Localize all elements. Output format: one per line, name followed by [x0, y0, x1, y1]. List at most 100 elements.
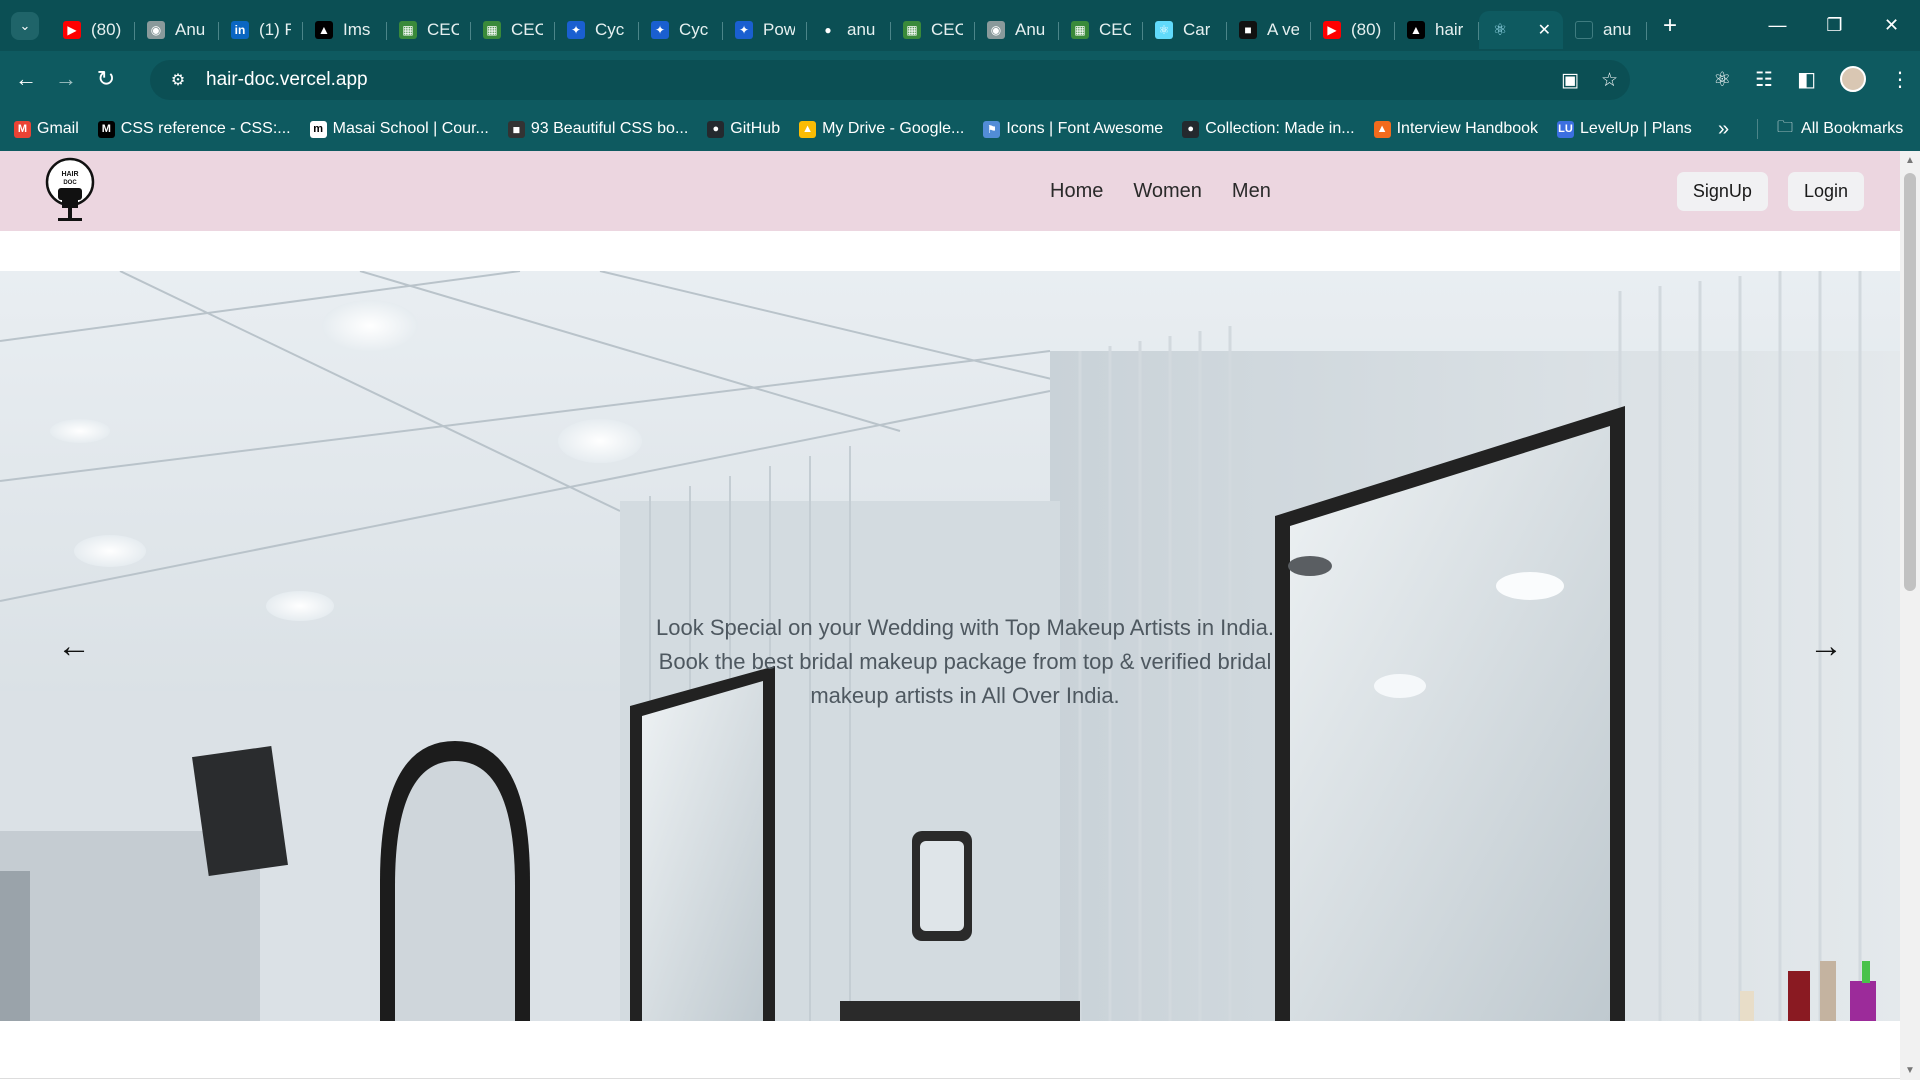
close-tab-icon[interactable]: ✕ — [1538, 20, 1551, 40]
tab-strip: ⌄ ▶ (80) ◉ Anu in (1) F ▲ Ims ▦ CEC ▦ CEC ✦ Cyc ✦ Cyc ✦ P… — [0, 0, 1920, 51]
tab-search-button[interactable]: ⌄ — [11, 11, 39, 40]
tab-title: CEC — [931, 19, 963, 39]
bookmark-label: Icons | Font Awesome — [1006, 120, 1164, 137]
scroll-up-icon[interactable]: ▲ — [1905, 155, 1915, 166]
bookmark-item[interactable]: ◾ 93 Beautiful CSS bo... — [507, 120, 688, 138]
login-button[interactable]: Login — [1787, 172, 1864, 211]
scroll-down-icon[interactable]: ▼ — [1905, 1065, 1915, 1076]
profile-avatar[interactable] — [1840, 66, 1866, 92]
page-divider — [0, 1078, 1900, 1079]
tab-title: Car — [1183, 19, 1211, 39]
browser-tab[interactable]: ▲ Ims — [303, 11, 387, 49]
bookmark-item[interactable]: M Gmail — [14, 120, 79, 138]
bookmark-label: Collection: Made in... — [1205, 120, 1355, 137]
carousel-next-arrow-icon[interactable]: → — [1806, 626, 1846, 666]
bookmark-item[interactable]: ● Collection: Made in... — [1182, 120, 1355, 138]
react-devtools-icon[interactable]: ⚛ — [1713, 67, 1731, 92]
tab-title: anu — [1603, 19, 1632, 39]
bolt-icon: ✦ — [735, 20, 753, 39]
carousel-prev-arrow-icon[interactable]: ← — [54, 626, 94, 666]
auth-buttons: SignUp Login — [1676, 172, 1864, 211]
bookmark-label: CSS reference - CSS:... — [120, 120, 291, 137]
tab-title: A ve — [1267, 19, 1299, 39]
install-app-icon[interactable]: ▣ — [1561, 69, 1579, 92]
github-icon — [1575, 20, 1593, 39]
bookmark-label: LevelUp | Plans — [1580, 120, 1692, 137]
bolt-icon: ✦ — [651, 20, 669, 39]
bookmark-label: My Drive - Google... — [822, 120, 965, 137]
youtube-icon: ▶ — [63, 20, 81, 39]
browser-tab[interactable]: in (1) F — [219, 11, 303, 49]
forward-button[interactable]: → — [46, 59, 86, 99]
bookmark-item[interactable]: ▲ My Drive - Google... — [799, 120, 964, 138]
site-nav: Home Women Men — [1050, 151, 1271, 231]
back-button[interactable]: ← — [6, 59, 46, 99]
nav-men-link[interactable]: Men — [1232, 180, 1271, 203]
tab-list: ▶ (80) ◉ Anu in (1) F ▲ Ims ▦ CEC ▦ CEC ✦ Cyc ✦ Cyc ✦ Pow… — [51, 0, 1647, 51]
bookmark-divider — [1757, 119, 1758, 139]
browser-tab[interactable]: ▦ CEC — [1059, 11, 1143, 49]
doc-icon: ▦ — [1071, 20, 1089, 39]
levelup-icon: LU — [1557, 120, 1575, 138]
browser-tab[interactable]: ▦ CEC — [387, 11, 471, 49]
gmail-icon: M — [14, 120, 31, 138]
browser-tab-active[interactable]: ⚛ ✕ — [1479, 10, 1563, 49]
signup-button[interactable]: SignUp — [1676, 172, 1768, 211]
url-text[interactable]: hair-doc.vercel.app — [206, 69, 368, 91]
github-icon: ● — [707, 120, 725, 138]
bookmark-item[interactable]: ● GitHub — [707, 120, 780, 138]
close-window-button[interactable]: ✕ — [1863, 0, 1920, 51]
browser-tab[interactable]: ▲ hair — [1395, 11, 1479, 49]
browser-tab[interactable]: anu — [1563, 11, 1647, 49]
nav-home-link[interactable]: Home — [1050, 180, 1103, 203]
github-icon: ● — [819, 20, 837, 39]
browser-tab[interactable]: ● anu — [807, 11, 891, 49]
bookmark-item[interactable]: M CSS reference - CSS:... — [97, 120, 291, 138]
page-viewport: HAIR DOC Home Women Men SignUp Login Loo… — [0, 151, 1900, 1080]
bookmark-item[interactable]: LU LevelUp | Plans — [1557, 120, 1692, 138]
menu-dots-icon[interactable]: ⋮ — [1890, 67, 1910, 92]
bookmark-item[interactable]: m Masai School | Cour... — [309, 120, 489, 138]
page-scrollbar[interactable]: ▲ ▼ — [1900, 151, 1920, 1080]
side-panel-icon[interactable]: ◧ — [1797, 67, 1816, 92]
bookmark-star-icon[interactable]: ☆ — [1601, 69, 1618, 92]
browser-tab[interactable]: ▶ (80) — [51, 11, 135, 49]
tab-title: Ims — [343, 19, 371, 39]
browser-tab[interactable]: ✦ Cyc — [639, 11, 723, 49]
globe-icon: ◉ — [987, 20, 1005, 39]
more-bookmarks-icon[interactable]: » — [1718, 107, 1729, 151]
reload-button[interactable]: ↻ — [86, 59, 126, 99]
logo-text-bottom: DOC — [63, 180, 77, 186]
bookmark-item[interactable]: ▲ Interview Handbook — [1373, 120, 1538, 138]
browser-tab[interactable]: ◉ Anu — [975, 11, 1059, 49]
scroll-thumb[interactable] — [1904, 173, 1916, 591]
tab-title: Cyc — [595, 19, 625, 39]
browser-tab[interactable]: ▶ (80) — [1311, 11, 1395, 49]
minimize-button[interactable]: — — [1749, 0, 1806, 51]
bookmark-item[interactable]: ⚑ Icons | Font Awesome — [983, 120, 1163, 138]
nav-women-link[interactable]: Women — [1133, 180, 1202, 203]
browser-tab[interactable]: ✦ Cyc — [555, 11, 639, 49]
vercel-icon: ▲ — [1407, 20, 1425, 39]
browser-tab[interactable]: ▦ CEC — [471, 11, 555, 49]
masai-icon: m — [309, 120, 327, 138]
browser-toolbar: ← → ↻ ⚙ hair-doc.vercel.app ▣ ☆ ⚛ ☷ ◧ ⋮ — [0, 51, 1920, 107]
browser-tab[interactable]: ⚛ Car — [1143, 11, 1227, 49]
site-info-icon[interactable]: ⚙ — [158, 70, 198, 90]
address-bar[interactable]: ⚙ hair-doc.vercel.app ▣ ☆ — [150, 60, 1630, 100]
drive-icon: ▲ — [799, 120, 817, 138]
new-tab-button[interactable]: + — [1663, 12, 1677, 40]
doc-icon: ▦ — [483, 20, 501, 39]
tab-title: (80) — [1351, 19, 1382, 39]
browser-tab[interactable]: ✦ Pow — [723, 11, 807, 49]
doc-icon: ▦ — [903, 20, 921, 39]
browser-tab[interactable]: ▦ CEC — [891, 11, 975, 49]
all-bookmarks-button[interactable]: 🗀 All Bookmarks — [1777, 107, 1903, 151]
hair-doc-logo[interactable]: HAIR DOC — [44, 156, 96, 226]
browser-tab[interactable]: ◉ Anu — [135, 11, 219, 49]
browser-tab[interactable]: ■ A ve — [1227, 11, 1311, 49]
restore-button[interactable]: ❐ — [1806, 0, 1863, 51]
handbook-icon: ▲ — [1373, 120, 1391, 138]
tab-title: CEC — [1099, 19, 1131, 39]
extensions-icon[interactable]: ☷ — [1755, 67, 1773, 92]
